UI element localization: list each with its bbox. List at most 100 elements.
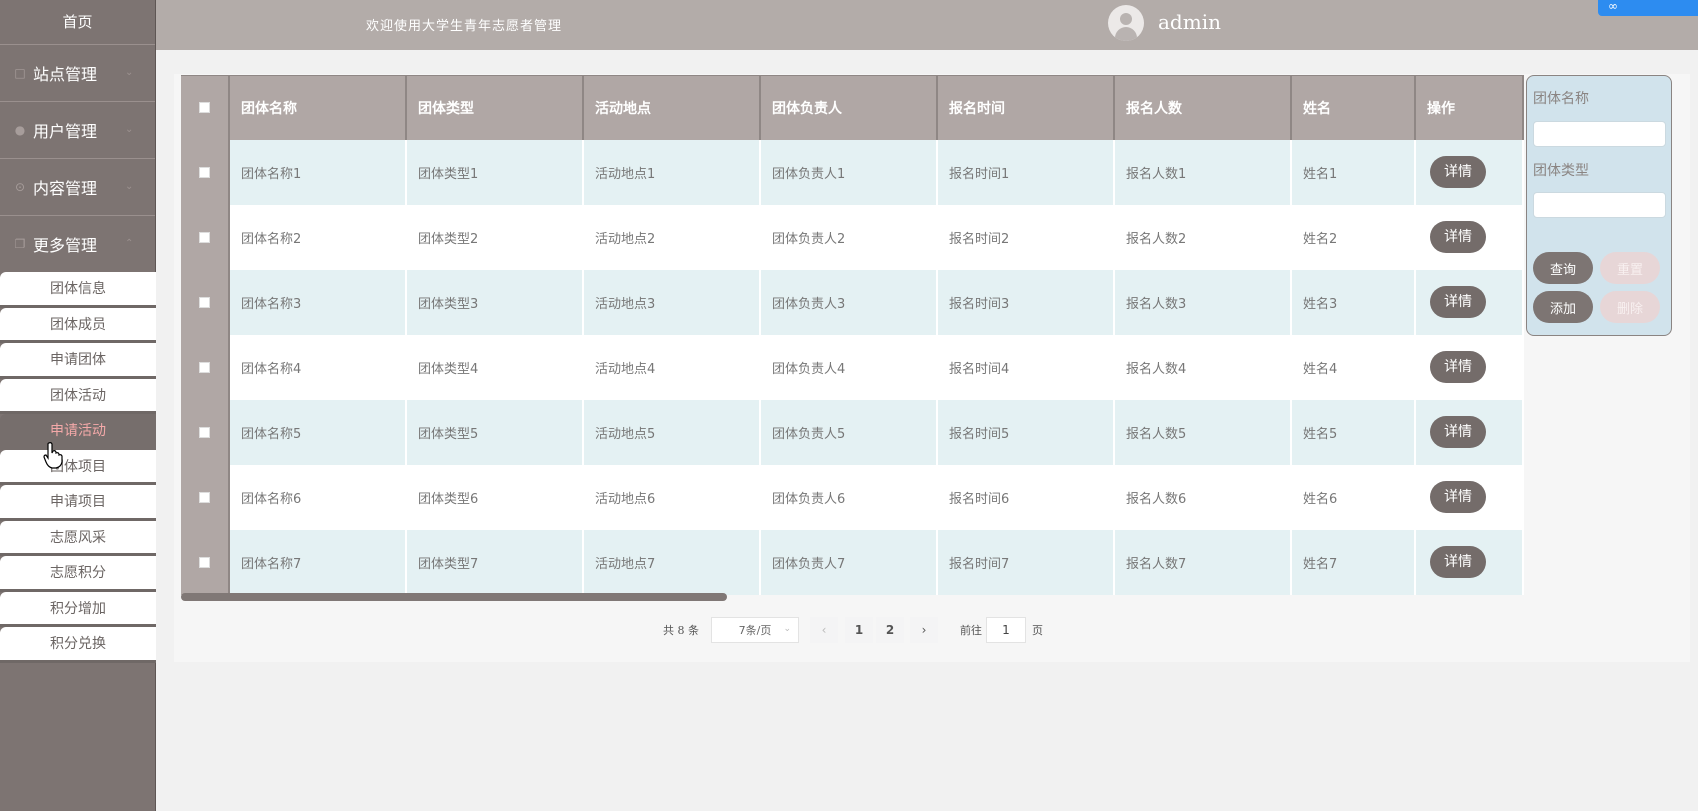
detail-button[interactable]: 详情 — [1430, 416, 1486, 448]
detail-button[interactable]: 详情 — [1430, 351, 1486, 383]
column-header[interactable]: 团体类型 — [406, 75, 584, 140]
horizontal-scrollbar[interactable] — [181, 593, 727, 601]
table-cell: 团体名称6 — [229, 464, 407, 530]
table-cell: 团体名称2 — [229, 204, 407, 270]
table-cell: 团体名称4 — [229, 334, 407, 400]
query-button[interactable]: 查询 — [1533, 252, 1593, 284]
team-type-input[interactable] — [1533, 192, 1666, 218]
table-row[interactable]: 团体名称2 团体类型2 活动地点2 团体负责人2 报名时间2 报名人数2 姓名2… — [181, 204, 1524, 270]
detail-button[interactable]: 详情 — [1430, 221, 1486, 253]
chevron-right-icon: › — [921, 623, 927, 637]
goto-label: 前往 — [960, 624, 982, 637]
column-header[interactable]: 活动地点 — [583, 75, 761, 140]
chevron-up-icon: ⌃ — [125, 238, 134, 249]
row-checkbox[interactable] — [181, 269, 230, 335]
column-header[interactable]: 姓名 — [1291, 75, 1416, 140]
sidebar: 首页 □ 站点管理 ⌄ ● 用户管理 ⌄ ⊙ 内容管理 ⌄ ❐ 更多管理 ⌃ 团… — [0, 0, 156, 811]
table-cell: 报名人数5 — [1114, 399, 1292, 465]
table-cell: 团体类型7 — [406, 529, 584, 595]
top-bar: 欢迎使用大学生青年志愿者管理 admin — [156, 0, 1698, 50]
sidebar-item-volunteer-points[interactable]: 志愿积分 — [0, 556, 156, 592]
table-cell: 姓名6 — [1291, 464, 1416, 530]
table-row[interactable]: 团体名称7 团体类型7 活动地点7 团体负责人7 报名时间7 报名人数7 姓名7… — [181, 529, 1524, 595]
avatar[interactable] — [1108, 5, 1144, 41]
table-cell: 团体负责人7 — [760, 529, 938, 595]
sidebar-item-apply-team[interactable]: 申请团体 — [0, 343, 156, 379]
table-cell: 报名人数2 — [1114, 204, 1292, 270]
sidebar-item-volunteer-style[interactable]: 志愿风采 — [0, 520, 156, 556]
table-cell: 团体名称3 — [229, 269, 407, 335]
detail-button[interactable]: 详情 — [1430, 286, 1486, 318]
column-header[interactable]: 报名时间 — [937, 75, 1115, 140]
page-number[interactable]: 1 — [845, 617, 873, 643]
row-checkbox[interactable] — [181, 529, 230, 595]
detail-button[interactable]: 详情 — [1430, 546, 1486, 578]
table-cell: 团体负责人5 — [760, 399, 938, 465]
table-cell: 团体负责人3 — [760, 269, 938, 335]
reset-button[interactable]: 重置 — [1600, 252, 1660, 284]
table-row[interactable]: 团体名称5 团体类型5 活动地点5 团体负责人5 报名时间5 报名人数5 姓名5… — [181, 399, 1524, 465]
table-cell: 报名人数7 — [1114, 529, 1292, 595]
page-number[interactable]: 2 — [876, 617, 904, 643]
column-header[interactable]: 团体负责人 — [760, 75, 938, 140]
sidebar-item-team-info[interactable]: 团体信息 — [0, 272, 156, 308]
sidebar-item-apply-project[interactable]: 申请项目 — [0, 485, 156, 521]
sidebar-item-apply-activity[interactable]: 申请活动 — [0, 414, 156, 450]
page-size-select[interactable]: 7条/页 ⌄ — [711, 617, 799, 643]
row-checkbox[interactable] — [181, 334, 230, 400]
sidebar-home[interactable]: 首页 — [0, 0, 155, 44]
table-cell: 团体类型3 — [406, 269, 584, 335]
prev-page-button[interactable]: ‹ — [810, 617, 838, 643]
page-size-value: 7条/页 — [738, 624, 772, 637]
data-table: 团体名称 团体类型 活动地点 团体负责人 报名时间 报名人数 姓名 操作 团体名… — [181, 75, 1524, 595]
table-row[interactable]: 团体名称6 团体类型6 活动地点6 团体负责人6 报名时间6 报名人数6 姓名6… — [181, 464, 1524, 530]
table-cell: 姓名5 — [1291, 399, 1416, 465]
table-row[interactable]: 团体名称4 团体类型4 活动地点4 团体负责人4 报名时间4 报名人数4 姓名4… — [181, 334, 1524, 400]
table-cell: 活动地点3 — [583, 269, 761, 335]
select-all-checkbox[interactable] — [181, 75, 230, 140]
row-checkbox[interactable] — [181, 399, 230, 465]
sidebar-group-more[interactable]: ❐ 更多管理 ⌃ — [0, 215, 155, 272]
table-cell: 详情 — [1415, 334, 1524, 400]
detail-button[interactable]: 详情 — [1430, 156, 1486, 188]
row-checkbox[interactable] — [181, 139, 230, 205]
column-header[interactable]: 报名人数 — [1114, 75, 1292, 140]
corner-badge[interactable]: ∞ — [1598, 0, 1698, 16]
detail-button[interactable]: 详情 — [1430, 481, 1486, 513]
sidebar-item-team-activity[interactable]: 团体活动 — [0, 378, 156, 414]
table-row[interactable]: 团体名称3 团体类型3 活动地点3 团体负责人3 报名时间3 报名人数3 姓名3… — [181, 269, 1524, 335]
table-cell: 活动地点4 — [583, 334, 761, 400]
sidebar-item-points-add[interactable]: 积分增加 — [0, 591, 156, 627]
table-row[interactable]: 团体名称1 团体类型1 活动地点1 团体负责人1 报名时间1 报名人数1 姓名1… — [181, 139, 1524, 205]
next-page-button[interactable]: › — [910, 617, 938, 643]
table-cell: 团体名称7 — [229, 529, 407, 595]
sidebar-item-team-members[interactable]: 团体成员 — [0, 307, 156, 343]
team-name-input[interactable] — [1533, 121, 1666, 147]
table-cell: 团体负责人4 — [760, 334, 938, 400]
sidebar-group-content[interactable]: ⊙ 内容管理 ⌄ — [0, 158, 155, 215]
table-cell: 团体名称1 — [229, 139, 407, 205]
row-checkbox[interactable] — [181, 204, 230, 270]
field-label: 团体名称 — [1533, 91, 1589, 107]
username[interactable]: admin — [1158, 10, 1221, 34]
table-cell: 团体类型2 — [406, 204, 584, 270]
row-checkbox[interactable] — [181, 464, 230, 530]
monitor-icon: □ — [14, 66, 26, 80]
sidebar-item-team-project[interactable]: 团体项目 — [0, 449, 156, 485]
goto-page-input[interactable]: 1 — [986, 617, 1026, 643]
table-cell: 姓名4 — [1291, 334, 1416, 400]
welcome-text: 欢迎使用大学生青年志愿者管理 — [366, 19, 563, 34]
sidebar-item-points-redeem[interactable]: 积分兑换 — [0, 627, 156, 663]
sidebar-group-site[interactable]: □ 站点管理 ⌄ — [0, 44, 155, 101]
table-cell: 报名人数1 — [1114, 139, 1292, 205]
delete-button[interactable]: 删除 — [1600, 291, 1660, 323]
table-cell: 团体负责人6 — [760, 464, 938, 530]
add-button[interactable]: 添加 — [1533, 291, 1593, 323]
sidebar-group-users[interactable]: ● 用户管理 ⌄ — [0, 101, 155, 158]
sidebar-group-label: 用户管理 — [33, 122, 98, 141]
table-cell: 报名时间5 — [937, 399, 1115, 465]
hand-cursor-icon — [43, 442, 63, 469]
table-cell: 活动地点5 — [583, 399, 761, 465]
column-header[interactable]: 团体名称 — [229, 75, 407, 140]
table-cell: 详情 — [1415, 529, 1524, 595]
